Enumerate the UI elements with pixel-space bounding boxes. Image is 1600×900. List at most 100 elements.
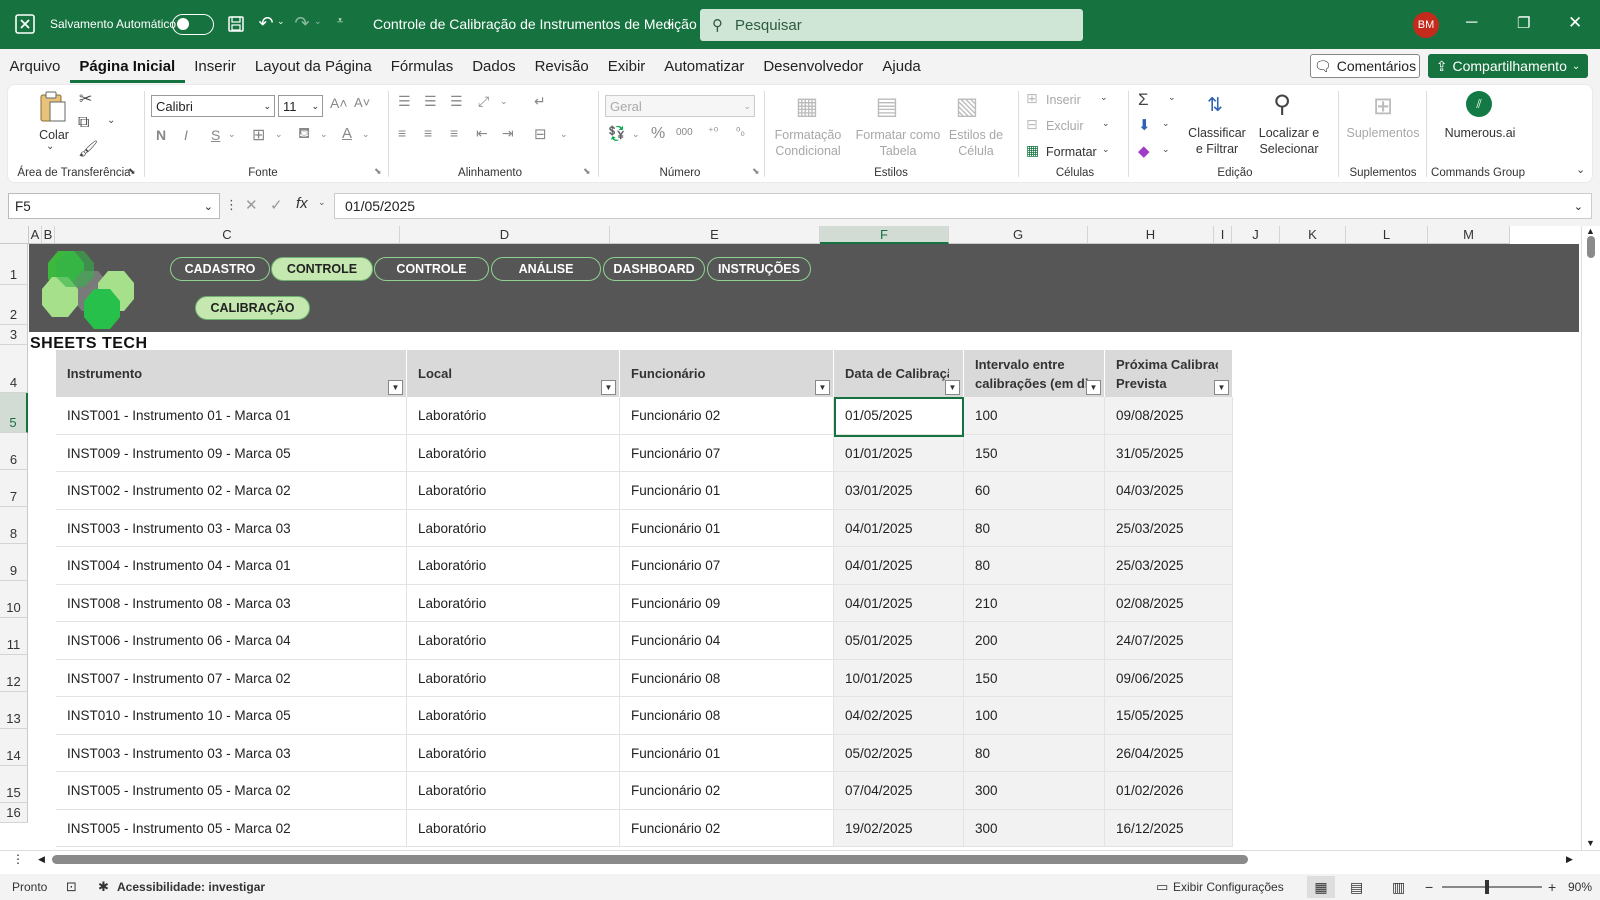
table-cell[interactable]: Funcionário 09	[620, 585, 834, 622]
borders-icon[interactable]: ⊞	[252, 125, 265, 145]
table-cell[interactable]: 210	[964, 585, 1105, 622]
copy-dropdown-icon[interactable]: ⌄	[107, 115, 115, 126]
table-cell[interactable]: 01/01/2025	[834, 435, 964, 472]
copy-icon[interactable]: ⧉	[78, 114, 89, 132]
cell-styles-icon[interactable]: ▧	[952, 91, 982, 121]
undo-icon[interactable]: ↶	[256, 13, 276, 33]
format-cells-button[interactable]: Formatar	[1046, 144, 1097, 160]
scroll-up-icon[interactable]: ▲	[1586, 226, 1595, 236]
merge-center-icon[interactable]: ⊟	[534, 125, 547, 143]
fill-dropdown-icon[interactable]: ⌄	[1162, 118, 1170, 129]
bold-button[interactable]: N	[156, 127, 166, 143]
table-cell[interactable]: Laboratório	[407, 697, 620, 735]
table-cell[interactable]: 300	[964, 810, 1105, 847]
table-cell[interactable]: INST009 - Instrumento 09 - Marca 05	[56, 435, 407, 472]
delete-cells-icon[interactable]: ⊟	[1026, 116, 1038, 133]
menu-desenvolvedor[interactable]: Desenvolvedor	[754, 49, 873, 83]
table-cell[interactable]: 19/02/2025	[834, 810, 964, 847]
zoom-level[interactable]: 90%	[1568, 880, 1592, 894]
scroll-down-icon[interactable]: ▼	[1586, 838, 1595, 848]
table-cell[interactable]: Laboratório	[407, 435, 620, 472]
row-header-6[interactable]: 6	[0, 433, 28, 470]
insert-cells-button[interactable]: Inserir	[1046, 92, 1081, 108]
fill-dropdown-icon[interactable]: ⌄	[320, 129, 328, 140]
conditional-format-button[interactable]: Formatação Condicional	[770, 127, 846, 159]
table-cell[interactable]: Funcionário 08	[620, 697, 834, 735]
table-cell[interactable]: Laboratório	[407, 810, 620, 847]
select-all-corner[interactable]	[0, 226, 29, 244]
share-button[interactable]: ⇪ Compartilhamento ⌄	[1428, 54, 1588, 78]
currency-icon[interactable]: 💱	[608, 125, 625, 142]
align-bottom-icon[interactable]: ☰	[450, 93, 463, 110]
zoom-slider[interactable]	[1442, 880, 1542, 894]
close-icon[interactable]: ✕	[1568, 13, 1582, 33]
table-cell[interactable]: INST006 - Instrumento 06 - Marca 04	[56, 622, 407, 660]
table-cell[interactable]: 09/08/2025	[1105, 397, 1233, 435]
addins-icon[interactable]: ⊞	[1368, 91, 1398, 121]
comments-button[interactable]: 🗨 Comentários	[1310, 54, 1420, 78]
paste-icon[interactable]	[36, 89, 70, 125]
table-cell[interactable]: 26/04/2025	[1105, 735, 1233, 772]
table-cell[interactable]: 10/01/2025	[834, 660, 964, 697]
column-header-m[interactable]: M	[1428, 226, 1510, 244]
increase-indent-icon[interactable]: ⇥	[502, 125, 514, 142]
row-header-8[interactable]: 8	[0, 507, 28, 544]
nav-button-cadastro[interactable]: CADASTRO	[170, 257, 270, 281]
macro-record-icon[interactable]: ⊡	[66, 879, 77, 895]
table-cell[interactable]: Laboratório	[407, 397, 620, 435]
percent-icon[interactable]: %	[651, 125, 665, 143]
filter-dropdown-icon[interactable]: ▼	[601, 380, 616, 395]
align-left-icon[interactable]: ≡	[398, 125, 406, 141]
wrap-text-icon[interactable]: ↵	[534, 93, 546, 110]
column-header-l[interactable]: L	[1346, 226, 1428, 244]
table-cell[interactable]: 100	[964, 397, 1105, 435]
find-select-icon[interactable]: ⚲	[1266, 89, 1298, 119]
column-header-d[interactable]: D	[400, 226, 610, 244]
column-header-j[interactable]: J	[1232, 226, 1280, 244]
table-cell[interactable]: Funcionário 01	[620, 735, 834, 772]
table-header-4[interactable]: Data de Calibração▼	[834, 350, 964, 397]
menu-fórmulas[interactable]: Fórmulas	[381, 49, 463, 83]
accessibility-status[interactable]: Acessibilidade: investigar	[117, 880, 265, 894]
table-cell[interactable]: 09/06/2025	[1105, 660, 1233, 697]
row-header-16[interactable]: 16	[0, 803, 28, 823]
column-header-f[interactable]: F	[820, 226, 949, 244]
row-header-1[interactable]: 1	[0, 244, 28, 285]
font-launcher-icon[interactable]: ⬊	[374, 166, 382, 177]
table-cell[interactable]: 80	[964, 510, 1105, 547]
format-cells-icon[interactable]: ▦	[1026, 142, 1039, 159]
orientation-icon[interactable]: ⤢	[478, 93, 489, 110]
function-dropdown-icon[interactable]: ⌄	[318, 197, 326, 208]
table-cell[interactable]: 01/02/2026	[1105, 772, 1233, 810]
column-header-k[interactable]: K	[1280, 226, 1346, 244]
calibration-button[interactable]: CALIBRAÇÃO	[195, 296, 310, 320]
collapse-ribbon-icon[interactable]: ⌄	[1576, 163, 1585, 176]
table-cell[interactable]: 31/05/2025	[1105, 435, 1233, 472]
column-header-g[interactable]: G	[949, 226, 1088, 244]
table-cell[interactable]: 60	[964, 472, 1105, 510]
row-header-13[interactable]: 13	[0, 692, 28, 729]
filter-dropdown-icon[interactable]: ▼	[1086, 380, 1101, 395]
numerous-ai-icon[interactable]: ⫽	[1466, 91, 1492, 117]
table-cell[interactable]: 25/03/2025	[1105, 547, 1233, 585]
name-box[interactable]: F5 ⌄	[8, 193, 220, 219]
minimize-icon[interactable]: ─	[1466, 14, 1477, 32]
borders-dropdown-icon[interactable]: ⌄	[275, 129, 283, 140]
redo-dropdown-icon[interactable]: ⌄	[314, 16, 322, 27]
table-header-3[interactable]: Funcionário ▼	[620, 350, 834, 397]
nav-button-dashboard[interactable]: DASHBOARD	[603, 257, 705, 281]
table-cell[interactable]: Laboratório	[407, 585, 620, 622]
vertical-scrollbar[interactable]: ▲ ▼	[1581, 226, 1600, 850]
row-header-2[interactable]: 2	[0, 285, 28, 325]
menu-dados[interactable]: Dados	[463, 49, 525, 83]
table-cell[interactable]: 100	[964, 697, 1105, 735]
table-cell[interactable]: Funcionário 08	[620, 660, 834, 697]
search-box[interactable]: ⚲ Pesquisar	[700, 9, 1083, 41]
alignment-launcher-icon[interactable]: ⬊	[583, 166, 591, 177]
menu-exibir[interactable]: Exibir	[598, 49, 655, 83]
table-cell[interactable]: 150	[964, 435, 1105, 472]
menu-página-inicial[interactable]: Página Inicial	[69, 49, 185, 83]
confirm-entry-icon[interactable]: ✓	[270, 196, 283, 214]
filter-dropdown-icon[interactable]: ▼	[1214, 380, 1229, 395]
table-cell[interactable]: 05/02/2025	[834, 735, 964, 772]
